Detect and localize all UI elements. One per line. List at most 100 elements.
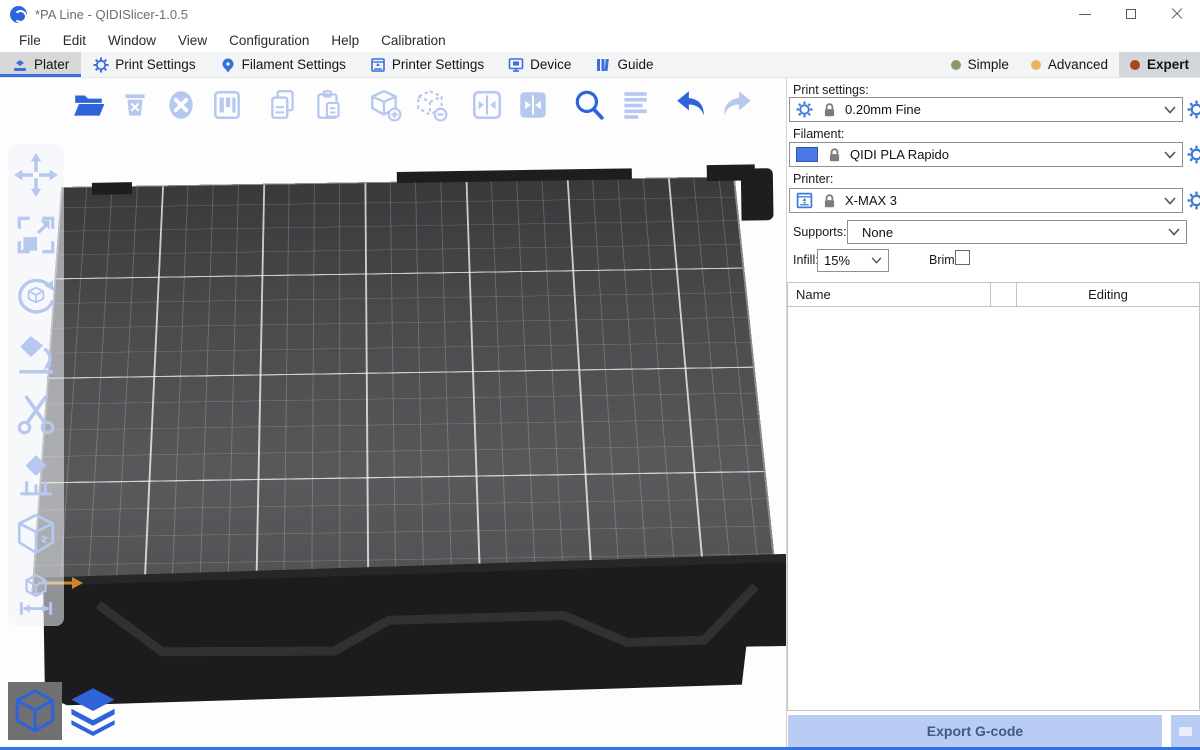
gear-icon bbox=[796, 101, 813, 118]
maximize-button[interactable] bbox=[1108, 0, 1154, 28]
menu-edit[interactable]: Edit bbox=[52, 30, 97, 51]
tab-guide[interactable]: Guide bbox=[583, 52, 665, 77]
open-button[interactable] bbox=[70, 86, 108, 124]
mode-expert[interactable]: Expert bbox=[1119, 52, 1200, 77]
printer-icon bbox=[796, 192, 813, 209]
preview-button[interactable] bbox=[66, 682, 120, 740]
place-on-face-button[interactable] bbox=[12, 330, 60, 380]
printer-icon bbox=[370, 57, 386, 73]
redo-button[interactable] bbox=[718, 86, 756, 124]
search-button[interactable] bbox=[570, 86, 608, 124]
tab-printer-settings[interactable]: Printer Settings bbox=[358, 52, 496, 77]
supports-label: Supports: bbox=[793, 225, 847, 239]
measure-button[interactable] bbox=[12, 570, 60, 620]
copy-button[interactable] bbox=[264, 86, 302, 124]
chevron-down-icon bbox=[1164, 106, 1176, 114]
paint-supports-button[interactable] bbox=[12, 450, 60, 500]
3d-viewport[interactable] bbox=[0, 78, 786, 747]
undo-button[interactable] bbox=[672, 86, 710, 124]
export-gcode-button[interactable]: Export G-code bbox=[788, 715, 1162, 747]
chevron-down-icon bbox=[1164, 151, 1176, 159]
plater-icon bbox=[12, 57, 28, 73]
tab-plater[interactable]: Plater bbox=[0, 52, 81, 77]
printer-value: X-MAX 3 bbox=[845, 193, 897, 208]
delete-button[interactable] bbox=[116, 86, 154, 124]
bed-clip bbox=[741, 168, 774, 220]
close-button[interactable] bbox=[1154, 0, 1200, 28]
print-settings-combo[interactable]: 0.20mm Fine bbox=[789, 97, 1183, 122]
rotate-button[interactable] bbox=[12, 270, 60, 320]
mode-label: Advanced bbox=[1048, 57, 1108, 72]
close-icon bbox=[1171, 8, 1183, 20]
tab-filament-settings[interactable]: Filament Settings bbox=[208, 52, 358, 77]
object-list-header: Name Editing bbox=[788, 283, 1199, 307]
delete-all-button[interactable] bbox=[162, 86, 200, 124]
3d-editor-view-button[interactable] bbox=[8, 682, 62, 740]
menu-configuration[interactable]: Configuration bbox=[218, 30, 320, 51]
menu-calibration[interactable]: Calibration bbox=[370, 30, 457, 51]
filament-label: Filament: bbox=[793, 127, 844, 141]
move-button[interactable] bbox=[12, 150, 60, 200]
lock-icon bbox=[822, 102, 837, 118]
printer-combo[interactable]: X-MAX 3 bbox=[789, 188, 1183, 213]
cut-scissors-icon bbox=[13, 392, 59, 438]
device-icon bbox=[508, 57, 524, 73]
export-to-sd-button[interactable] bbox=[1171, 715, 1200, 747]
print-bed bbox=[0, 78, 786, 747]
remove-instance-icon bbox=[414, 88, 448, 122]
infill-combo[interactable]: 15% bbox=[817, 249, 889, 272]
filament-gear-button[interactable] bbox=[1187, 145, 1200, 164]
seam-painting-button[interactable] bbox=[12, 510, 60, 560]
cut-button[interactable] bbox=[12, 390, 60, 440]
mode-label: Simple bbox=[968, 57, 1009, 72]
menu-file[interactable]: File bbox=[8, 30, 52, 51]
tab-label: Printer Settings bbox=[392, 57, 484, 72]
object-list: Name Editing bbox=[787, 282, 1200, 711]
move-icon bbox=[13, 152, 59, 198]
title-bar: *PA Line - QIDISlicer-1.0.5 bbox=[0, 0, 1200, 28]
copy-icon bbox=[266, 88, 300, 122]
column-editing: Editing bbox=[1016, 283, 1199, 306]
minimize-button[interactable] bbox=[1062, 0, 1108, 28]
brim-checkbox[interactable] bbox=[955, 250, 970, 265]
supports-combo[interactable]: None bbox=[847, 220, 1187, 244]
printer-gear-button[interactable] bbox=[1187, 191, 1200, 210]
app-logo-icon bbox=[10, 6, 27, 23]
gear-icon bbox=[93, 57, 109, 73]
tab-print-settings[interactable]: Print Settings bbox=[81, 52, 207, 77]
rotate-icon bbox=[13, 272, 59, 318]
tab-label: Device bbox=[530, 57, 571, 72]
split-to-objects-button[interactable] bbox=[468, 86, 506, 124]
arrange-button[interactable] bbox=[208, 86, 246, 124]
tab-device[interactable]: Device bbox=[496, 52, 583, 77]
infill-label: Infill: bbox=[793, 253, 819, 267]
add-instance-button[interactable] bbox=[366, 86, 404, 124]
split-to-parts-button[interactable] bbox=[514, 86, 552, 124]
variable-layer-height-button[interactable] bbox=[616, 86, 654, 124]
menu-window[interactable]: Window bbox=[97, 30, 167, 51]
expert-dot-icon bbox=[1130, 60, 1140, 70]
mode-selector: Simple Advanced Expert bbox=[940, 52, 1200, 77]
arrange-icon bbox=[210, 88, 244, 122]
filament-color-swatch bbox=[796, 147, 818, 162]
print-settings-gear-button[interactable] bbox=[1187, 100, 1200, 119]
scale-button[interactable] bbox=[12, 210, 60, 260]
paste-button[interactable] bbox=[310, 86, 348, 124]
remove-instance-button[interactable] bbox=[412, 86, 450, 124]
menu-view[interactable]: View bbox=[167, 30, 218, 51]
bed-base bbox=[3, 552, 786, 734]
filament-icon bbox=[220, 57, 236, 73]
guide-icon bbox=[595, 57, 611, 73]
maximize-icon bbox=[1126, 9, 1136, 19]
mode-simple[interactable]: Simple bbox=[940, 52, 1020, 77]
trash-icon bbox=[118, 88, 152, 122]
advanced-dot-icon bbox=[1031, 60, 1041, 70]
menu-help[interactable]: Help bbox=[320, 30, 370, 51]
filament-combo[interactable]: QIDI PLA Rapido bbox=[789, 142, 1183, 167]
plater-toolbar bbox=[70, 86, 756, 124]
export-row: Export G-code bbox=[787, 715, 1200, 747]
mode-advanced[interactable]: Advanced bbox=[1020, 52, 1119, 77]
scale-icon bbox=[13, 212, 59, 258]
tab-label: Plater bbox=[34, 57, 69, 72]
tab-bar: Plater Print Settings Filament Settings … bbox=[0, 52, 1200, 78]
